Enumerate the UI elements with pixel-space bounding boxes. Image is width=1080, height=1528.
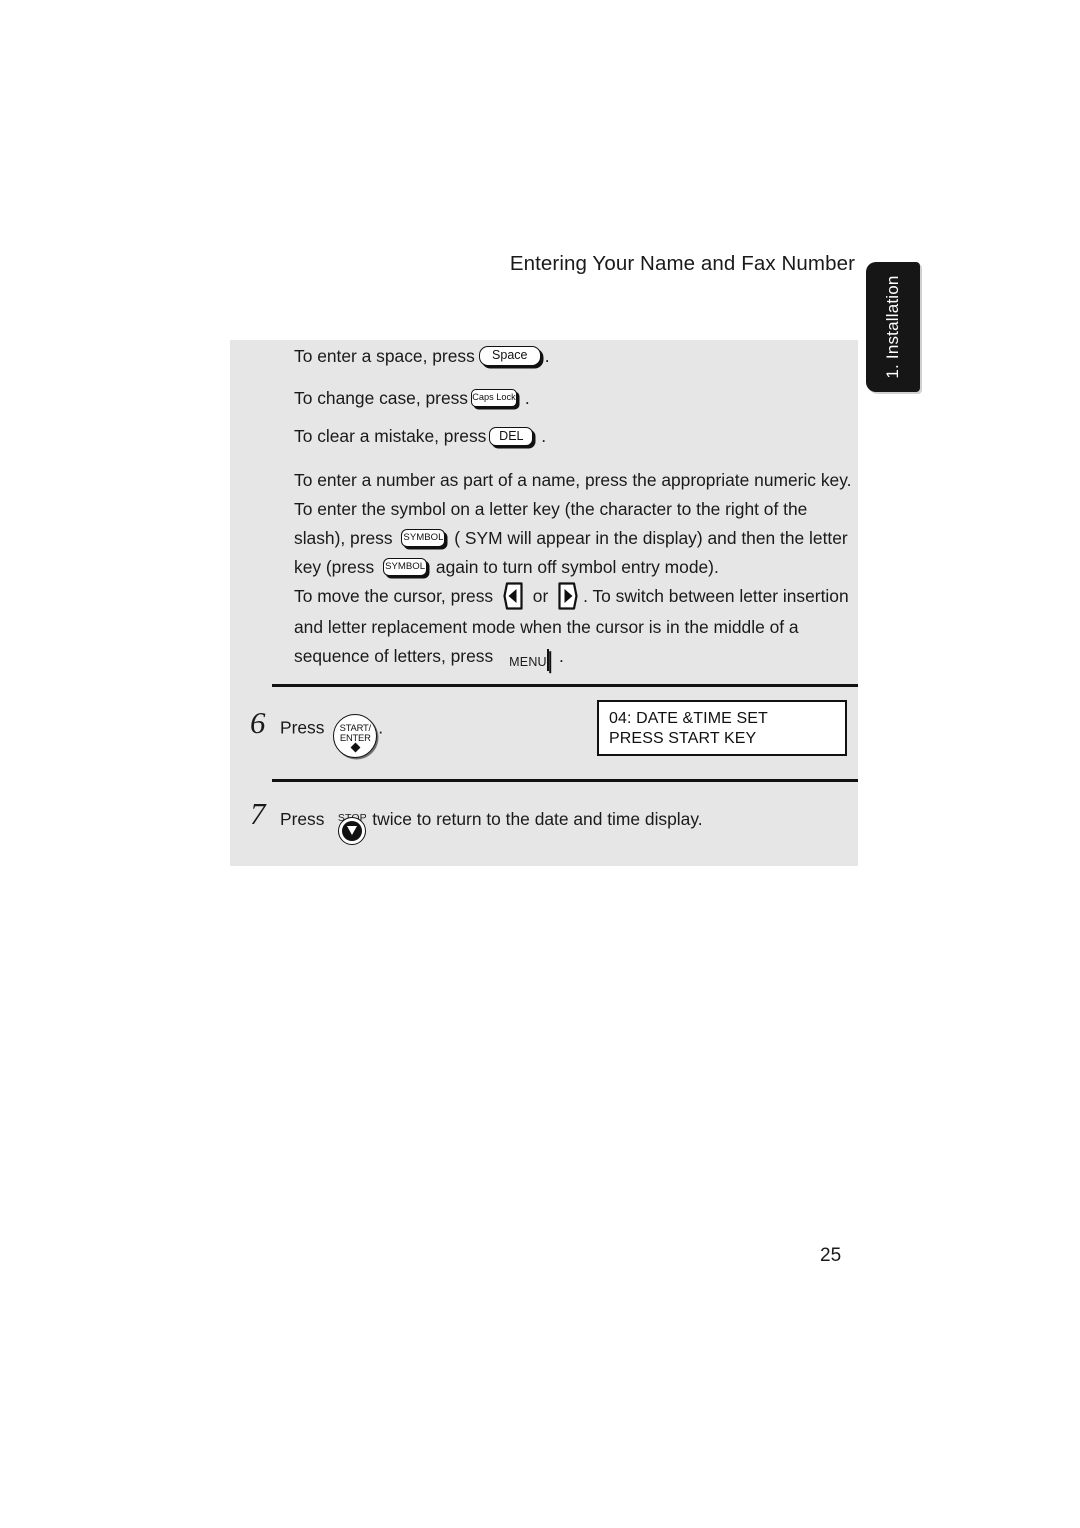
del-key[interactable]: DEL bbox=[489, 426, 534, 446]
instruction-del-text-after: . bbox=[541, 426, 547, 446]
instruction-space-text-after: . bbox=[544, 346, 550, 366]
instruction-cursor-text-1: To move the cursor, press bbox=[294, 586, 494, 607]
left-arrow-key[interactable] bbox=[503, 582, 523, 610]
instruction-cursor-or: or bbox=[532, 586, 549, 607]
step-number-7: 7 bbox=[250, 796, 266, 831]
instruction-caps-text-after: . bbox=[524, 388, 530, 408]
section-tab-label: 1. Installation bbox=[883, 275, 902, 379]
lcd-line-1: 04: DATE &TIME SET bbox=[609, 710, 768, 727]
menu-key-label: MENU bbox=[509, 654, 547, 669]
symbol-key[interactable]: SYMBOL bbox=[401, 529, 446, 548]
right-arrow-key[interactable] bbox=[558, 582, 578, 610]
instruction-cursor: To move the cursor, press or . To switch… bbox=[294, 582, 854, 671]
instruction-del: To clear a mistake, press DEL . bbox=[294, 422, 546, 451]
step-7-instruction: Press STOP twice to return to the date a… bbox=[280, 805, 703, 845]
lcd-line-2: PRESS START KEY bbox=[609, 730, 757, 747]
section-tab-installation: 1. Installation bbox=[866, 262, 920, 392]
instructions-panel: To enter a space, press Space. To change … bbox=[230, 340, 858, 866]
instruction-caps-text-before: To change case, press bbox=[294, 388, 469, 408]
menu-key[interactable]: MENU bbox=[503, 646, 555, 675]
instruction-symbol-text-3: again to turn off symbol entry mode). bbox=[435, 557, 719, 577]
step-divider-top bbox=[272, 684, 858, 688]
down-triangle-icon bbox=[346, 826, 357, 835]
step-7-text-after: twice to return to the date and time dis… bbox=[372, 809, 703, 830]
instruction-del-text-before: To clear a mistake, press bbox=[294, 426, 487, 446]
instruction-cursor-text-3: . bbox=[558, 646, 564, 666]
menu-key-body bbox=[546, 648, 549, 671]
instruction-space: To enter a space, press Space. bbox=[294, 342, 550, 371]
step-6-text-before: Press bbox=[280, 717, 325, 738]
lcd-display: 04: DATE &TIME SET PRESS START KEY bbox=[597, 700, 847, 756]
page-number: 25 bbox=[820, 1245, 842, 1266]
start-enter-key[interactable]: START/ ENTER bbox=[333, 714, 378, 758]
caps-lock-key[interactable]: Caps Lock bbox=[471, 389, 518, 408]
step-divider-middle bbox=[272, 779, 858, 783]
instruction-caps: To change case, press Caps Lock . bbox=[294, 384, 530, 413]
space-key[interactable]: Space bbox=[478, 346, 541, 367]
step-6-text-after: . bbox=[378, 717, 384, 738]
step-7-text-before: Press bbox=[280, 809, 325, 830]
instruction-symbol: To enter a number as part of a name, pre… bbox=[294, 466, 854, 582]
stop-key[interactable]: STOP bbox=[335, 805, 369, 847]
instruction-space-text-before: To enter a space, press bbox=[294, 346, 475, 366]
page-title: Entering Your Name and Fax Number bbox=[509, 252, 855, 275]
step-number-6: 6 bbox=[250, 705, 266, 740]
symbol-key-second[interactable]: SYMBOL bbox=[383, 558, 428, 577]
step-6-instruction: Press START/ ENTER . bbox=[280, 714, 384, 758]
